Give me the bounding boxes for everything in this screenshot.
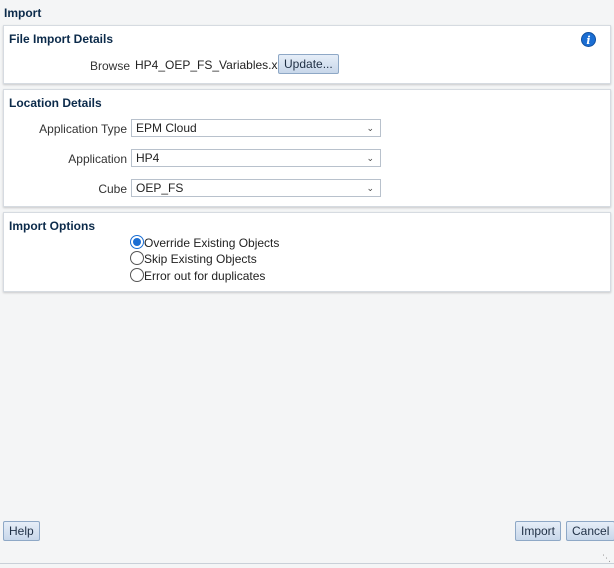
location-title: Location Details: [9, 96, 102, 110]
radio-label: Error out for duplicates: [144, 269, 266, 283]
application-type-select[interactable]: EPM Cloud ⌄: [131, 119, 381, 137]
radio-button[interactable]: [130, 251, 144, 265]
resize-grip-icon[interactable]: ⋱: [601, 553, 611, 563]
cube-select[interactable]: OEP_FS ⌄: [131, 179, 381, 197]
application-label: Application: [68, 152, 127, 166]
application-type-value: EPM Cloud: [136, 121, 197, 135]
cancel-button[interactable]: Cancel: [566, 521, 614, 541]
help-button[interactable]: Help: [3, 521, 40, 541]
chevron-down-icon: ⌄: [366, 123, 374, 133]
cube-value: OEP_FS: [136, 181, 184, 195]
chevron-down-icon: ⌄: [366, 183, 374, 193]
file-import-title: File Import Details: [9, 32, 114, 46]
radio-label: Override Existing Objects: [144, 236, 280, 250]
import-options-title: Import Options: [9, 219, 95, 233]
application-type-label: Application Type: [39, 122, 127, 136]
info-icon[interactable]: i: [581, 32, 596, 47]
browse-label: Browse: [89, 59, 130, 73]
radio-button[interactable]: [130, 268, 144, 282]
import-options-panel: Import Options Override Existing Objects…: [3, 212, 611, 292]
application-value: HP4: [136, 151, 160, 165]
import-button[interactable]: Import: [515, 521, 562, 541]
chevron-down-icon: ⌄: [366, 153, 374, 163]
footer-divider: [0, 563, 614, 564]
radio-button-checked[interactable]: [130, 235, 144, 249]
radio-label: Skip Existing Objects: [144, 252, 257, 266]
file-name: HP4_OEP_FS_Variables.xml: [135, 58, 291, 72]
file-import-panel: File Import Details i Browse HP4_OEP_FS_…: [3, 25, 611, 84]
update-button[interactable]: Update...: [278, 54, 339, 74]
application-select[interactable]: HP4 ⌄: [131, 149, 381, 167]
location-panel: Location Details Application Type EPM Cl…: [3, 89, 611, 207]
cube-label: Cube: [98, 182, 127, 196]
dialog-title: Import: [4, 6, 42, 20]
